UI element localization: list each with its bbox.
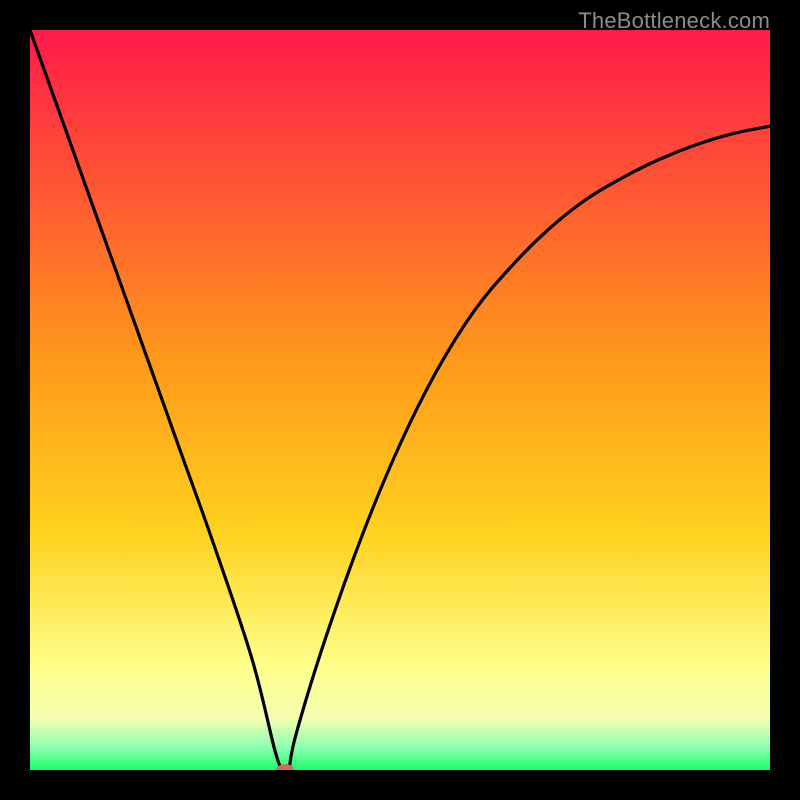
chart-frame: TheBottleneck.com: [0, 0, 800, 800]
plot-area: [30, 30, 770, 770]
gradient-background: [30, 30, 770, 770]
chart-svg: [30, 30, 770, 770]
